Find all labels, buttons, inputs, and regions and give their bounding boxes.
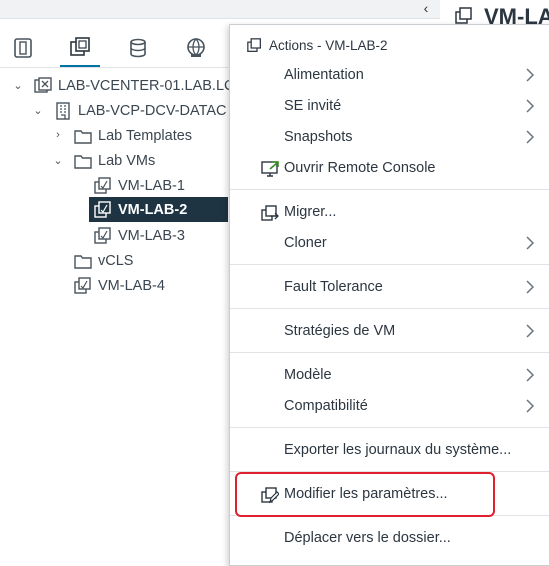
menu-item-modele[interactable]: Modèle xyxy=(230,361,549,389)
tree-item-label: LAB-VCP-DCV-DATAC xyxy=(78,102,227,119)
collapse-navigator-button[interactable]: ‹ xyxy=(416,0,436,16)
vm-icon xyxy=(247,38,261,52)
tree-item-label: VM-LAB-1 xyxy=(118,177,185,194)
menu-item-label: Fault Tolerance xyxy=(284,279,383,295)
tree-item-vm-lab-4[interactable]: VM-LAB-4 xyxy=(74,273,165,298)
navigator-divider xyxy=(0,67,228,68)
chevron-right-icon xyxy=(526,368,535,382)
network-icon xyxy=(187,38,205,57)
menu-item-label: Stratégies de VM xyxy=(284,323,396,339)
tab-storage[interactable] xyxy=(118,28,158,68)
vm-icon xyxy=(94,176,111,194)
tree-item-vm-lab-1[interactable]: VM-LAB-1 xyxy=(94,173,185,198)
menu-item-label: Compatibilité xyxy=(284,398,368,414)
chevron-right-icon xyxy=(526,399,535,413)
tree-item-label: VM-LAB-2 xyxy=(118,201,188,218)
vcenter-icon xyxy=(34,76,52,93)
menu-item-compatibilite[interactable]: Compatibilité xyxy=(230,392,549,420)
tab-vms-templates[interactable] xyxy=(60,28,100,68)
folder-icon xyxy=(74,154,92,169)
menu-item-se-invite[interactable]: SE invité xyxy=(230,92,549,120)
tree-item-label: LAB-VCENTER-01.LAB.LC xyxy=(58,77,235,94)
menu-item-exporter-journaux[interactable]: Exporter les journaux du système... xyxy=(230,436,549,464)
chevron-right-icon xyxy=(526,68,535,82)
menu-item-remote-console[interactable]: Ouvrir Remote Console xyxy=(230,154,549,182)
menu-item-label: SE invité xyxy=(284,98,342,114)
datacenter-icon xyxy=(56,101,70,120)
folder-icon xyxy=(74,129,92,144)
migrate-icon xyxy=(261,205,279,221)
chevron-down-icon[interactable]: ⌄ xyxy=(51,153,65,167)
menu-item-label: Migrer... xyxy=(284,204,337,220)
vm-icon xyxy=(94,226,111,244)
tree-item-datacenter[interactable]: LAB-VCP-DCV-DATAC xyxy=(54,98,227,123)
menu-divider xyxy=(230,352,549,353)
storage-icon xyxy=(130,38,146,58)
menu-header: Actions - VM-LAB-2 xyxy=(247,38,388,53)
tree-item-label: Lab Templates xyxy=(98,127,193,144)
menu-item-label: Snapshots xyxy=(284,129,353,145)
vm-icon xyxy=(94,200,111,218)
tree-item-label: Lab VMs xyxy=(98,152,156,169)
chevron-right-icon xyxy=(526,236,535,250)
navigator-header-bar xyxy=(0,0,440,19)
menu-item-snapshots[interactable]: Snapshots xyxy=(230,123,549,151)
menu-item-label: Modèle xyxy=(284,367,332,383)
tab-hosts-clusters[interactable] xyxy=(3,28,43,68)
chevron-right-icon xyxy=(526,280,535,294)
tree-item-vm-lab-3[interactable]: VM-LAB-3 xyxy=(94,223,185,248)
chevron-down-icon[interactable]: ⌄ xyxy=(31,103,45,117)
menu-item-label: Alimentation xyxy=(284,67,364,83)
tree-item-vm-lab-2[interactable]: VM-LAB-2 xyxy=(89,197,228,222)
menu-item-label: Déplacer vers le dossier... xyxy=(284,530,451,546)
menu-item-label: Exporter les journaux du système... xyxy=(284,442,512,458)
tab-networking[interactable] xyxy=(176,28,216,68)
menu-item-label: Cloner xyxy=(284,235,327,251)
tree-item-label: VM-LAB-4 xyxy=(98,277,165,294)
menu-item-strategies[interactable]: Stratégies de VM xyxy=(230,317,549,345)
menu-item-migrer[interactable]: Migrer... xyxy=(230,198,549,226)
chevron-right-icon xyxy=(526,130,535,144)
tree-item-lab-vms[interactable]: Lab VMs xyxy=(74,148,155,173)
chevron-right-icon xyxy=(526,99,535,113)
menu-divider xyxy=(230,189,549,190)
tree-item-label: VM-LAB-3 xyxy=(118,227,185,244)
remote-console-icon xyxy=(261,161,279,177)
menu-divider xyxy=(230,427,549,428)
tree-item-lab-templates[interactable]: Lab Templates xyxy=(74,123,192,148)
highlight-annotation xyxy=(235,472,495,517)
chevron-right-icon xyxy=(526,324,535,338)
tree-item-vcls[interactable]: vCLS xyxy=(74,248,133,273)
tree-item-vcenter[interactable]: LAB-VCENTER-01.LAB.LC xyxy=(34,73,234,98)
menu-divider xyxy=(230,308,549,309)
menu-item-fault-tolerance[interactable]: Fault Tolerance xyxy=(230,273,549,301)
vms-templates-icon xyxy=(70,36,90,56)
hosts-clusters-icon xyxy=(14,38,32,58)
menu-item-cloner[interactable]: Cloner xyxy=(230,229,549,257)
menu-divider xyxy=(230,264,549,265)
folder-icon xyxy=(74,254,92,269)
navigator-tabs xyxy=(0,28,228,68)
vm-icon xyxy=(74,276,91,294)
menu-item-label: Ouvrir Remote Console xyxy=(284,160,436,176)
chevron-right-icon[interactable]: › xyxy=(51,128,65,142)
menu-item-alimentation[interactable]: Alimentation xyxy=(230,61,549,89)
chevron-down-icon[interactable]: ⌄ xyxy=(11,78,25,92)
menu-item-deplacer-dossier[interactable]: Déplacer vers le dossier... xyxy=(230,524,549,552)
tree-item-label: vCLS xyxy=(98,252,134,269)
vm-icon xyxy=(455,7,472,24)
menu-title: Actions - VM-LAB-2 xyxy=(269,38,388,53)
